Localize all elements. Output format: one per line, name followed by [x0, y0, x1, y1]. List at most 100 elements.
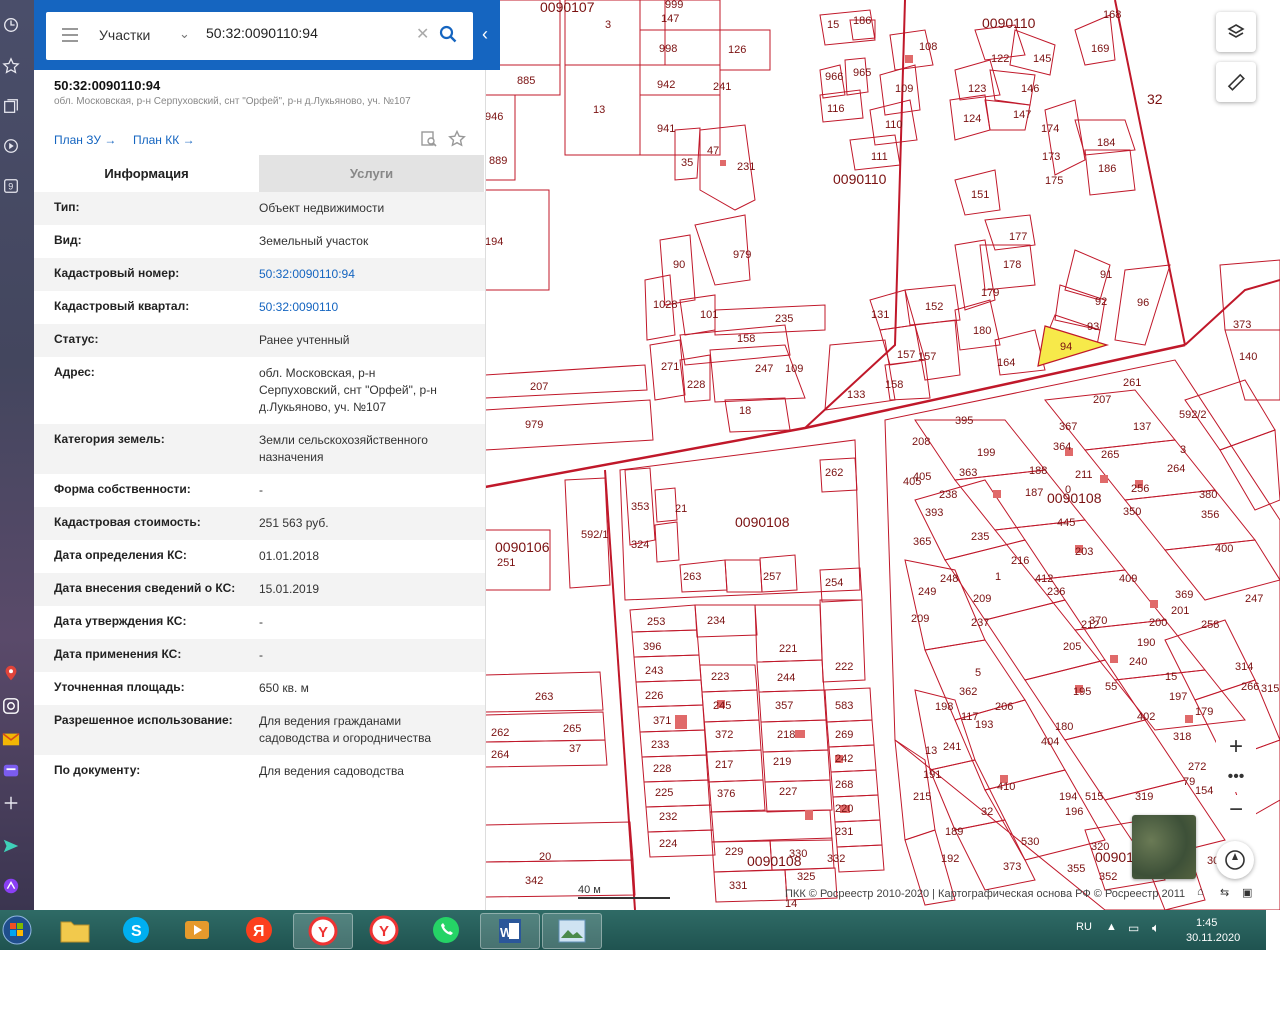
parcel-number-label[interactable]: 111	[871, 151, 888, 163]
parcel-number-label[interactable]: 3	[605, 19, 611, 31]
parcel-number-label[interactable]: 262	[825, 467, 843, 479]
parcel-number-label[interactable]: 228	[687, 379, 705, 391]
parcel-number-label[interactable]: 889	[489, 155, 507, 167]
parcel-number-label[interactable]: 0	[1065, 484, 1071, 496]
parcel-number-label[interactable]: 269	[835, 729, 853, 741]
parcel-number-label[interactable]: 194	[485, 236, 503, 248]
parcel-number-label[interactable]: 515	[1085, 791, 1103, 803]
parcel-number-label[interactable]: 145	[1033, 53, 1051, 65]
parcel-number-label[interactable]: 330	[789, 848, 807, 860]
collapse-panel-icon[interactable]: ‹	[482, 24, 488, 45]
start-button[interactable]	[0, 913, 34, 947]
parcel-number-label[interactable]: 324	[631, 539, 649, 551]
more-options-button[interactable]: •••	[1216, 762, 1256, 792]
category-select[interactable]: Участки	[99, 27, 150, 43]
parcel-number-label[interactable]: 15	[827, 19, 839, 31]
tab-counter-icon[interactable]: 9	[0, 175, 22, 197]
parcel-number-label[interactable]: 224	[659, 838, 677, 850]
parcel-number-label[interactable]: 946	[485, 111, 503, 123]
parcel-number-label[interactable]: 116	[827, 103, 845, 115]
parcel-number-label[interactable]: 942	[657, 79, 675, 91]
parcel-number-label[interactable]: 320	[1091, 841, 1109, 853]
parcel-number-label[interactable]: 108	[919, 41, 937, 53]
parcel-number-label[interactable]: 251	[497, 557, 515, 569]
layers-button[interactable]	[1216, 12, 1256, 52]
parcel-number-label[interactable]: 192	[941, 853, 959, 865]
parcel-number-label[interactable]: 242	[835, 753, 853, 765]
parcel-number-label[interactable]: 263	[535, 691, 553, 703]
parcel-number-label[interactable]: 187	[1025, 487, 1043, 499]
whatsapp-app[interactable]	[417, 913, 475, 947]
parcel-number-label[interactable]: 885	[517, 75, 535, 87]
parcel-number-label[interactable]: 186	[1098, 163, 1116, 175]
parcel-number-label[interactable]: 247	[755, 363, 773, 375]
parcel-number-label[interactable]: 225	[655, 787, 673, 799]
parcel-number-label[interactable]: 409	[1119, 573, 1137, 585]
photo-viewer-app[interactable]	[542, 913, 602, 949]
search-icon[interactable]	[439, 25, 457, 48]
parcel-number-label[interactable]: 231	[835, 826, 853, 838]
parcel-number-label[interactable]: 402	[1137, 711, 1155, 723]
parcel-number-label[interactable]: 373	[1233, 319, 1251, 331]
parcel-number-label[interactable]: 235	[971, 531, 989, 543]
parcel-number-label[interactable]: 123	[968, 83, 986, 95]
parcel-number-label[interactable]: 268	[835, 779, 853, 791]
parcel-number-label[interactable]: 110	[885, 119, 903, 131]
parcel-number-label[interactable]: 364	[1053, 441, 1071, 453]
plan-zu-link[interactable]: План ЗУ →	[54, 133, 116, 147]
parcel-number-label[interactable]: 404	[1041, 736, 1059, 748]
mail-icon[interactable]	[0, 728, 22, 750]
parcel-number-label[interactable]: 191	[923, 769, 941, 781]
parcel-number-label[interactable]: 109	[785, 363, 803, 375]
parcel-number-label[interactable]: 965	[853, 67, 871, 79]
compass-button[interactable]	[1216, 841, 1254, 879]
clear-icon[interactable]: ✕	[416, 24, 429, 44]
parcel-number-label[interactable]: 362	[959, 686, 977, 698]
parcel-number-label[interactable]: 222	[835, 661, 853, 673]
parcel-number-label[interactable]: 352	[1099, 871, 1117, 883]
parcel-number-label[interactable]: 253	[647, 616, 665, 628]
messenger-icon[interactable]	[0, 760, 22, 782]
parcel-number-label[interactable]: 217	[715, 759, 733, 771]
parcel-number-label[interactable]: 189	[945, 826, 963, 838]
parcel-number-label[interactable]: 177	[1009, 231, 1027, 243]
parcel-number-label[interactable]: 146	[1021, 83, 1039, 95]
menu-icon[interactable]	[62, 28, 78, 42]
parcel-number-label[interactable]: 79	[1183, 776, 1195, 788]
parcel-number-label[interactable]: 195	[1073, 686, 1091, 698]
parcel-number-label[interactable]: 216	[1011, 555, 1029, 567]
parcel-number-label[interactable]: 184	[1097, 137, 1115, 149]
parcel-layer[interactable]: 0090107 0090110 0090110 32 0090106 0090108 009…	[485, 0, 1280, 910]
parcel-number-label[interactable]: 200	[1149, 617, 1167, 629]
parcel-number-label[interactable]: 173	[1042, 151, 1060, 163]
video-play-icon[interactable]	[0, 135, 22, 157]
favorite-star-icon[interactable]	[448, 129, 466, 153]
parcel-number-label[interactable]: 315	[1261, 683, 1279, 695]
parcel-number-label[interactable]: 238	[939, 489, 957, 501]
parcel-number-label[interactable]: 220	[835, 803, 853, 815]
parcel-number-label[interactable]: 236	[1047, 586, 1065, 598]
parcel-number-label[interactable]: 245	[713, 700, 731, 712]
parcel-number-label[interactable]: 369	[1175, 589, 1193, 601]
parcel-number-label[interactable]: 405	[913, 471, 931, 483]
instagram-icon[interactable]	[0, 695, 22, 717]
parcel-number-label[interactable]: 168	[1103, 9, 1121, 21]
parcel-number-label[interactable]: 265	[563, 723, 581, 735]
parcel-number-label[interactable]: 240	[1129, 656, 1147, 668]
parcel-number-label[interactable]: 247	[1245, 593, 1263, 605]
parcel-number-label[interactable]: 151	[971, 189, 989, 201]
parcel-number-label[interactable]: 140	[1239, 351, 1257, 363]
parcel-number-label[interactable]: 325	[797, 871, 815, 883]
maps-pin-icon[interactable]	[0, 662, 22, 684]
parcel-number-label[interactable]: 234	[707, 615, 725, 627]
yandex-browser-app-active[interactable]: Y	[293, 913, 353, 949]
parcel-number-label[interactable]: 372	[715, 729, 733, 741]
parcel-number-label[interactable]: 109	[895, 83, 913, 95]
parcel-number-label[interactable]: 263	[683, 571, 701, 583]
parcel-number-label[interactable]: 410	[997, 781, 1015, 793]
parcel-number-label[interactable]: 5	[975, 667, 981, 679]
parcel-number-label[interactable]: 206	[995, 701, 1013, 713]
parcel-number-label[interactable]: 178	[1003, 259, 1021, 271]
parcel-number-label[interactable]: 3	[1180, 444, 1186, 456]
parcel-number-label[interactable]: 264	[491, 749, 509, 761]
